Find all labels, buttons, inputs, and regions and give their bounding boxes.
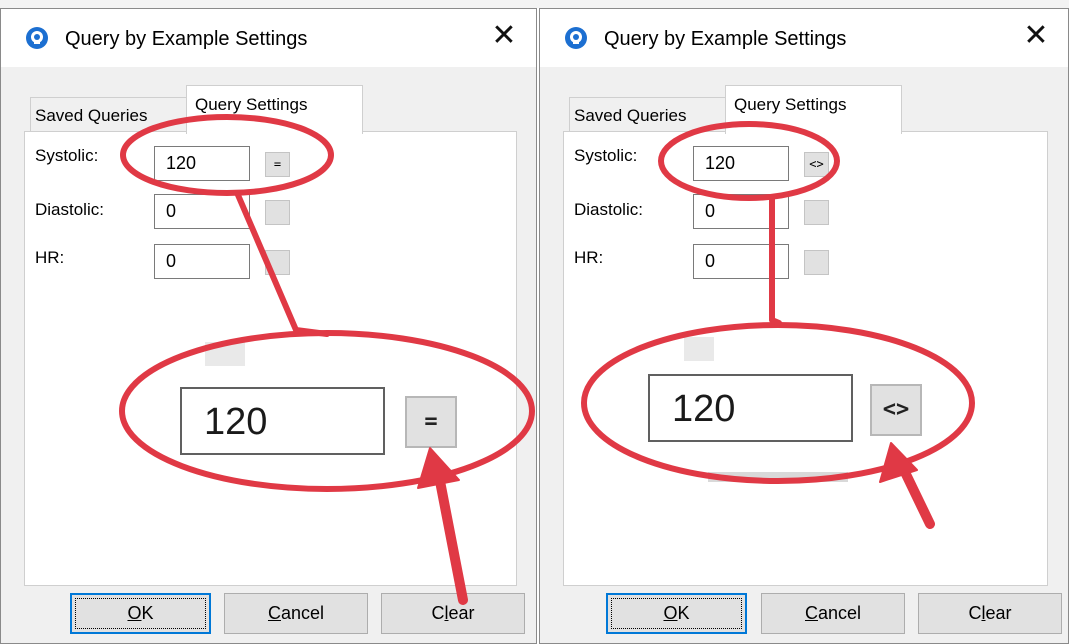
systolic-label: Systolic: — [574, 146, 638, 165]
systolic-operator-button[interactable]: <> — [804, 152, 829, 177]
diastolic-operator-button[interactable] — [265, 200, 290, 225]
diastolic-label: Diastolic: — [35, 200, 104, 219]
query-settings-dialog-left: Query by Example Settings ✕ Saved Querie… — [0, 8, 537, 644]
zoomed-systolic-input: 120 — [180, 387, 385, 455]
window-title: Query by Example Settings — [604, 28, 847, 50]
zoomed-systolic-input: 120 — [648, 374, 853, 442]
query-settings-dialog-right: Query by Example Settings ✕ Saved Querie… — [539, 8, 1069, 644]
zoom-ghost-tab — [684, 337, 714, 361]
ok-button[interactable]: OK — [606, 593, 747, 634]
hr-operator-button[interactable] — [265, 250, 290, 275]
hr-label: HR: — [35, 248, 65, 267]
ok-button[interactable]: OK — [70, 593, 211, 634]
query-settings-panel: Systolic: 120 = Diastolic: 0 HR: 0 120 = — [24, 131, 517, 586]
title-bar: Query by Example Settings ✕ — [540, 9, 1068, 67]
diastolic-input[interactable]: 0 — [693, 194, 789, 229]
title-bar: Query by Example Settings ✕ — [1, 9, 536, 67]
close-icon[interactable]: ✕ — [490, 20, 518, 52]
diastolic-input[interactable]: 0 — [154, 194, 250, 229]
zoomed-not-equal-operator-button: <> — [870, 384, 922, 436]
close-icon[interactable]: ✕ — [1022, 20, 1050, 52]
hr-label: HR: — [574, 248, 604, 267]
diastolic-label: Diastolic: — [574, 200, 643, 219]
hr-input[interactable]: 0 — [693, 244, 789, 279]
zoomed-equals-operator-button: = — [405, 396, 457, 448]
hr-operator-button[interactable] — [804, 250, 829, 275]
tab-saved-queries[interactable]: Saved Queries — [30, 97, 187, 131]
query-settings-panel: Systolic: 120 <> Diastolic: 0 HR: 0 120 … — [563, 131, 1048, 586]
background-window-strip — [0, 0, 1069, 8]
clear-button[interactable]: Clear — [381, 593, 525, 634]
tab-query-settings[interactable]: Query Settings — [186, 85, 363, 134]
cancel-button[interactable]: Cancel — [224, 593, 368, 634]
systolic-input[interactable]: 120 — [693, 146, 789, 181]
tab-saved-queries[interactable]: Saved Queries — [569, 97, 726, 131]
cancel-button[interactable]: Cancel — [761, 593, 905, 634]
systolic-input[interactable]: 120 — [154, 146, 250, 181]
zoom-ghost-tab — [205, 342, 245, 366]
app-icon — [26, 27, 48, 49]
diastolic-operator-button[interactable] — [804, 200, 829, 225]
app-icon — [565, 27, 587, 49]
systolic-operator-button[interactable]: = — [265, 152, 290, 177]
systolic-label: Systolic: — [35, 146, 99, 165]
tab-query-settings[interactable]: Query Settings — [725, 85, 902, 134]
hr-input[interactable]: 0 — [154, 244, 250, 279]
clear-button[interactable]: Clear — [918, 593, 1062, 634]
window-title: Query by Example Settings — [65, 28, 308, 50]
zoom-ghost-field-edge — [708, 472, 848, 482]
